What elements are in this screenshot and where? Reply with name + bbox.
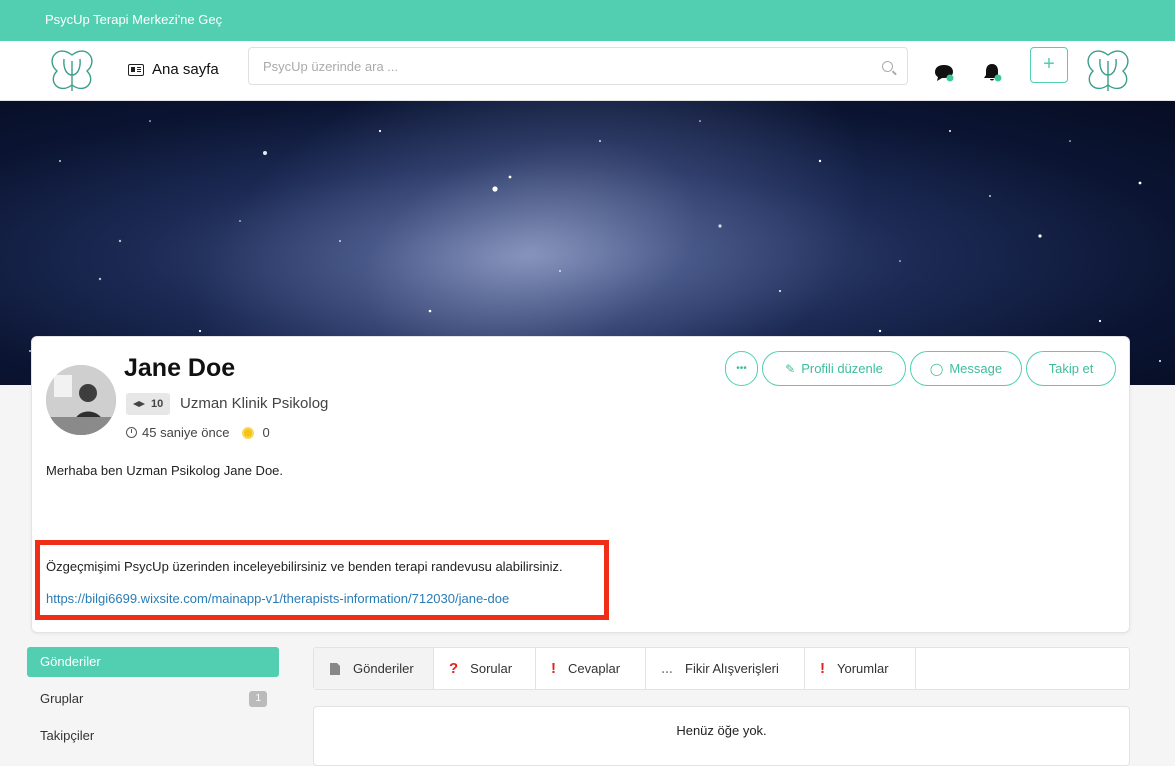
bell-icon[interactable]: [981, 61, 1003, 83]
bio-intro: Merhaba ben Uzman Psikolog Jane Doe.: [46, 463, 284, 478]
message-button[interactable]: ◯ Message: [910, 351, 1022, 386]
profile-title: Uzman Klinik Psikolog: [180, 395, 329, 412]
psycup-logo-icon[interactable]: [47, 47, 97, 95]
tab-discussions[interactable]: … Fikir Alışverişleri: [646, 648, 805, 689]
sidebar-item-label: Takipçiler: [40, 728, 95, 743]
level-value: 10: [151, 398, 164, 410]
sidebar-item-posts[interactable]: Gönderiler: [27, 647, 279, 677]
level-badge: 10: [126, 393, 171, 415]
home-label: Ana sayfa: [152, 61, 219, 78]
newspaper-icon: [128, 63, 144, 76]
chat-icon[interactable]: [933, 61, 955, 83]
search-input[interactable]: [249, 48, 849, 84]
profile-actions: ••• ✎ Profili düzenle ◯ Message Takip et: [725, 351, 1116, 386]
profile-name: Jane Doe: [124, 354, 236, 382]
edit-profile-button[interactable]: ✎ Profili düzenle: [762, 351, 906, 386]
tab-questions[interactable]: ? Sorular: [434, 648, 536, 689]
tab-label: Fikir Alışverişleri: [685, 661, 779, 676]
tab-comments[interactable]: ! Yorumlar: [805, 648, 916, 689]
points-value: 0: [262, 425, 270, 440]
more-options-button[interactable]: •••: [725, 351, 758, 386]
sidebar-item-groups[interactable]: Gruplar 1: [27, 684, 279, 714]
profile-sidebar: Gönderiler Gruplar 1 Takipçiler: [27, 647, 279, 758]
exclamation-icon: !: [820, 660, 825, 677]
groups-count-badge: 1: [249, 691, 267, 707]
empty-state: Henüz öğe yok.: [313, 706, 1130, 766]
highlight-box: [35, 540, 609, 620]
coin-icon: [242, 426, 255, 439]
avatar-photo: [46, 365, 116, 435]
exclamation-icon: !: [551, 660, 556, 677]
add-post-button[interactable]: +: [1030, 47, 1068, 83]
navbar: Ana sayfa +: [0, 41, 1175, 101]
sidebar-item-followers[interactable]: Takipçiler: [27, 721, 279, 751]
comment-icon: …: [661, 661, 673, 676]
speech-bubble-icon: ◯: [929, 361, 944, 376]
bio-text: Özgeçmişimi PsycUp üzerinden inceleyebil…: [46, 559, 563, 574]
sidebar-item-label: Gruplar: [40, 691, 84, 706]
search-box[interactable]: [248, 47, 908, 85]
tab-label: Gönderiler: [353, 661, 414, 676]
tab-label: Sorular: [470, 661, 513, 676]
message-label: Message: [949, 361, 1003, 376]
graduation-cap-icon: [133, 401, 145, 407]
clock-icon: [126, 427, 137, 438]
top-banner: PsycUp Terapi Merkezi'ne Geç: [0, 0, 1175, 41]
bio-link[interactable]: https://bilgi6699.wixsite.com/mainapp-v1…: [46, 591, 509, 606]
question-icon: ?: [449, 660, 459, 677]
user-menu-logo-icon[interactable]: [1083, 47, 1133, 95]
profile-card: Jane Doe 10 Uzman Klinik Psikolog 45 san…: [31, 336, 1130, 633]
home-link[interactable]: Ana sayfa: [128, 61, 219, 78]
content-tabs: Gönderiler ? Sorular ! Cevaplar … Fikir …: [313, 647, 1130, 690]
document-icon: [330, 662, 340, 675]
tab-label: Cevaplar: [568, 661, 621, 676]
avatar[interactable]: [46, 365, 116, 435]
therapy-center-link[interactable]: PsycUp Terapi Merkezi'ne Geç: [45, 12, 222, 27]
tab-posts[interactable]: Gönderiler: [314, 648, 434, 689]
edit-profile-label: Profili düzenle: [801, 361, 883, 376]
follow-button[interactable]: Takip et: [1026, 351, 1116, 386]
edit-icon: ✎: [785, 361, 796, 376]
profile-meta: 45 saniye önce 0: [126, 425, 270, 440]
search-icon[interactable]: [882, 61, 893, 72]
last-seen: 45 saniye önce: [142, 425, 230, 440]
sidebar-item-label: Gönderiler: [40, 654, 101, 669]
tab-answers[interactable]: ! Cevaplar: [536, 648, 646, 689]
tab-label: Yorumlar: [837, 661, 889, 676]
